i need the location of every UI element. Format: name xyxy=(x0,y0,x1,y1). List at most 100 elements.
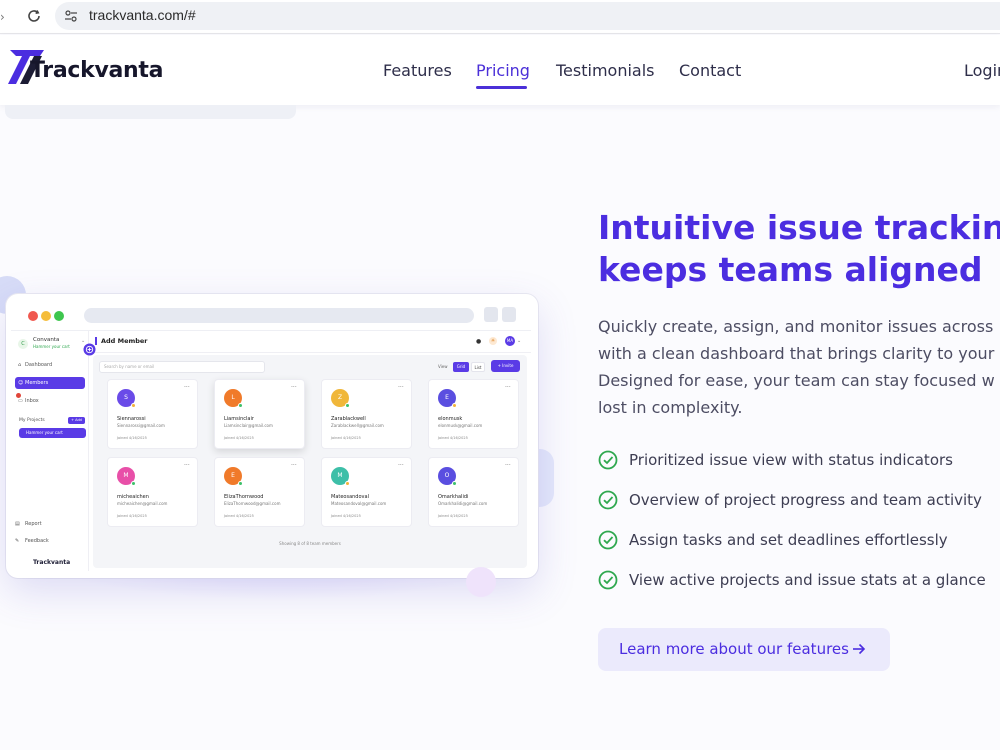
member-joined-date: Joined 4/16/2025 xyxy=(117,436,147,440)
more-icon: ··· xyxy=(505,462,511,469)
member-card: O ··· Omarkhalidi Omarkhalidi@gmail.com Join… xyxy=(428,457,519,527)
window-maximize-dot xyxy=(54,311,64,321)
member-name: Mateosandoval xyxy=(331,494,369,500)
member-email: Mateosandoval@gmail.com xyxy=(331,501,387,506)
sidebar-item-label: Feedback xyxy=(25,538,49,544)
sidebar-item-feedback: ✎ Feedback xyxy=(15,538,49,544)
status-dot xyxy=(238,481,243,486)
status-dot xyxy=(345,481,350,486)
home-icon: ⌂ xyxy=(18,362,22,368)
feature-text: View active projects and issue stats at … xyxy=(629,571,986,589)
dropdown-shadow xyxy=(5,105,296,119)
list-view-toggle: List xyxy=(471,362,485,372)
url-text[interactable]: trackvanta.com/# xyxy=(89,7,196,23)
feature-item: Assign tasks and set deadlines effortles… xyxy=(598,529,1000,553)
mockup-button xyxy=(502,307,516,322)
status-dot xyxy=(131,481,136,486)
sidebar-item-dashboard: ⌂ Dashboard xyxy=(15,359,85,371)
sun-icon: ☀ xyxy=(489,337,497,345)
member-email: elonmusk@gmail.com xyxy=(438,423,483,428)
learn-more-button[interactable]: Learn more about our features xyxy=(598,628,890,671)
check-circle-icon xyxy=(598,490,618,510)
check-circle-icon xyxy=(598,570,618,590)
sidebar-item-members: ☺ Members xyxy=(15,377,85,389)
member-email: Omarkhalidi@gmail.com xyxy=(438,501,488,506)
member-joined-date: Joined 4/16/2025 xyxy=(224,514,254,518)
invite-button: + Invite xyxy=(491,360,520,372)
sidebar-item-inbox: ▭ Inbox xyxy=(15,393,85,407)
description-line: Designed for ease, your team can stay fo… xyxy=(598,371,995,390)
nav-features[interactable]: Features xyxy=(383,61,452,80)
description-line: lost in complexity. xyxy=(598,398,743,417)
learn-more-label: Learn more about our features xyxy=(619,640,849,658)
decorative-circle xyxy=(466,567,496,597)
status-dot xyxy=(131,403,136,408)
search-input: Search by name or email xyxy=(99,361,265,373)
avatar: MA xyxy=(505,336,515,346)
back-icon[interactable]: › xyxy=(0,9,6,25)
reload-icon[interactable] xyxy=(26,8,42,24)
member-name: Siennarossi xyxy=(117,416,146,422)
more-icon: ··· xyxy=(398,462,404,469)
member-card: S ··· Siennarossi Siennarossi@gmail.com Join… xyxy=(107,379,198,449)
add-project-button: + Add xyxy=(68,417,85,424)
feature-item: View active projects and issue stats at … xyxy=(598,569,1000,593)
description-line: with a clean dashboard that brings clari… xyxy=(598,344,995,363)
member-email: Siennarossi@gmail.com xyxy=(117,423,165,428)
hero-title-line: Intuitive issue tracking t xyxy=(598,208,1000,247)
sidebar-item-label: Members xyxy=(25,380,49,386)
check-circle-icon xyxy=(598,530,618,550)
org-name: Convanta xyxy=(33,337,60,343)
status-dot xyxy=(238,403,243,408)
member-card: M ··· Mateosandoval Mateosandoval@gmail.com… xyxy=(321,457,412,527)
member-email: ElizaThornwood@gmail.com xyxy=(224,501,281,506)
mockup-address-bar xyxy=(84,308,474,323)
login-link[interactable]: Login xyxy=(964,61,1000,80)
view-label: View xyxy=(438,364,448,369)
member-email: micheaichen@gmail.com xyxy=(117,501,168,506)
nav-contact[interactable]: Contact xyxy=(679,61,741,80)
member-joined-date: Joined 4/16/2025 xyxy=(438,436,468,440)
org-subtitle: Hammer your cart xyxy=(33,344,70,349)
page-title: Add Member xyxy=(95,337,148,345)
member-card: M ··· micheaichen micheaichen@gmail.com Join… xyxy=(107,457,198,527)
check-circle-icon xyxy=(598,450,618,470)
feature-text: Prioritized issue view with status indic… xyxy=(629,451,953,469)
status-dot xyxy=(452,403,457,408)
chevron-down-icon: ⌄ xyxy=(517,338,522,344)
feature-item: Overview of project progress and team ac… xyxy=(598,489,1000,513)
description-line: Quickly create, assign, and monitor issu… xyxy=(598,317,994,336)
more-icon: ··· xyxy=(184,384,190,391)
member-card: Z ··· Zarablackwell Zarablackwell@gmail.com… xyxy=(321,379,412,449)
user-icon: ☺ xyxy=(18,380,24,386)
project-select: Hammer your cart xyxy=(19,428,86,438)
feedback-icon: ✎ xyxy=(15,538,20,544)
feature-text: Assign tasks and set deadlines effortles… xyxy=(629,531,948,549)
browser-toolbar: › trackvanta.com/# xyxy=(0,0,1000,34)
more-icon: ··· xyxy=(291,462,297,469)
mockup-sidebar: C Convanta Hammer your cart ⌄ ⌂ Dashboar… xyxy=(11,331,89,571)
nav-testimonials[interactable]: Testimonials xyxy=(556,61,655,80)
member-joined-date: Joined 4/16/2025 xyxy=(438,514,468,518)
more-icon: ··· xyxy=(184,462,190,469)
member-email: Zarablackwell@gmail.com xyxy=(331,423,384,428)
member-name: Zarablackwell xyxy=(331,416,366,422)
nav-pricing[interactable]: Pricing xyxy=(476,61,530,80)
member-name: micheaichen xyxy=(117,494,149,500)
address-bar[interactable] xyxy=(55,2,1000,30)
grid-view-toggle: Grid xyxy=(453,362,469,372)
feature-item: Prioritized issue view with status indic… xyxy=(598,449,1000,473)
feature-text: Overview of project progress and team ac… xyxy=(629,491,982,509)
member-card: E ··· elonmusk elonmusk@gmail.com Joined 4/1… xyxy=(428,379,519,449)
org-avatar: C xyxy=(18,339,28,349)
window-close-dot xyxy=(28,311,38,321)
my-projects-label: My Projects xyxy=(19,418,45,423)
member-email: Liamsinclair@gmail.com xyxy=(224,423,273,428)
member-joined-date: Joined 4/16/2025 xyxy=(224,436,254,440)
member-name: Omarkhalidi xyxy=(438,494,469,500)
report-icon: ▤ xyxy=(15,521,20,527)
brand-name[interactable]: Trackvanta xyxy=(30,58,163,83)
mockup-main: Add Member ● ☀ MA ⌄ Search by name or em… xyxy=(89,331,531,571)
site-info-icon[interactable] xyxy=(64,9,78,23)
sidebar-item-label: Inbox xyxy=(25,398,39,404)
